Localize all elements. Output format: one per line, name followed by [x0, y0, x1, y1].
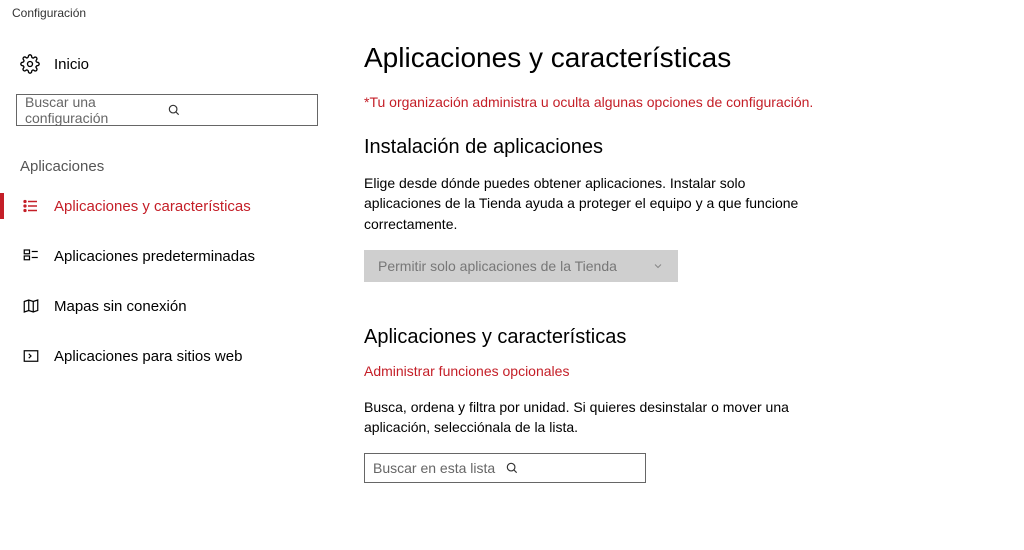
- content-pane: Aplicaciones y características *Tu organ…: [334, 46, 974, 483]
- sidebar-item-web-apps[interactable]: Aplicaciones para sitios web: [14, 337, 334, 375]
- window-title-bar: Configuración: [0, 0, 1024, 26]
- home-button[interactable]: Inicio: [14, 46, 334, 94]
- sidebar-item-label: Aplicaciones y características: [54, 198, 251, 215]
- gear-icon: [20, 54, 42, 74]
- org-policy-banner: *Tu organización administra u oculta alg…: [364, 94, 934, 110]
- install-description: Elige desde dónde puedes obtener aplicac…: [364, 173, 824, 234]
- apps-list-search-input[interactable]: Buscar en esta lista: [364, 453, 646, 483]
- sidebar-item-label: Aplicaciones predeterminadas: [54, 248, 255, 265]
- chevron-down-icon: [652, 260, 664, 272]
- search-icon: [505, 461, 637, 475]
- web-apps-icon: [20, 347, 42, 365]
- list-search-placeholder: Buscar en esta lista: [373, 460, 505, 476]
- section-title-install: Instalación de aplicaciones: [364, 136, 934, 159]
- defaults-icon: [20, 247, 42, 265]
- settings-search-input[interactable]: Buscar una configuración: [16, 94, 318, 126]
- sidebar-item-label: Mapas sin conexión: [54, 298, 187, 315]
- page-title: Aplicaciones y características: [364, 42, 934, 74]
- sidebar-item-offline-maps[interactable]: Mapas sin conexión: [14, 287, 334, 325]
- home-label: Inicio: [54, 56, 89, 73]
- list-icon: [20, 197, 42, 215]
- map-icon: [20, 297, 42, 315]
- dropdown-selected-label: Permitir solo aplicaciones de la Tienda: [378, 258, 652, 274]
- sidebar-item-default-apps[interactable]: Aplicaciones predeterminadas: [14, 237, 334, 275]
- sidebar: Inicio Buscar una configuración Aplicaci…: [14, 46, 334, 483]
- manage-optional-features-link[interactable]: Administrar funciones opcionales: [364, 363, 569, 379]
- main-layout: Inicio Buscar una configuración Aplicaci…: [0, 26, 1024, 483]
- sidebar-group-header: Aplicaciones: [14, 154, 334, 187]
- window-title: Configuración: [12, 6, 86, 20]
- install-source-dropdown: Permitir solo aplicaciones de la Tienda: [364, 250, 678, 282]
- search-icon: [167, 103, 309, 117]
- sidebar-item-apps-features[interactable]: Aplicaciones y características: [14, 187, 334, 225]
- section-title-apps: Aplicaciones y características: [364, 326, 934, 349]
- apps-description: Busca, ordena y filtra por unidad. Si qu…: [364, 397, 824, 438]
- sidebar-item-label: Aplicaciones para sitios web: [54, 348, 242, 365]
- search-placeholder: Buscar una configuración: [25, 94, 167, 126]
